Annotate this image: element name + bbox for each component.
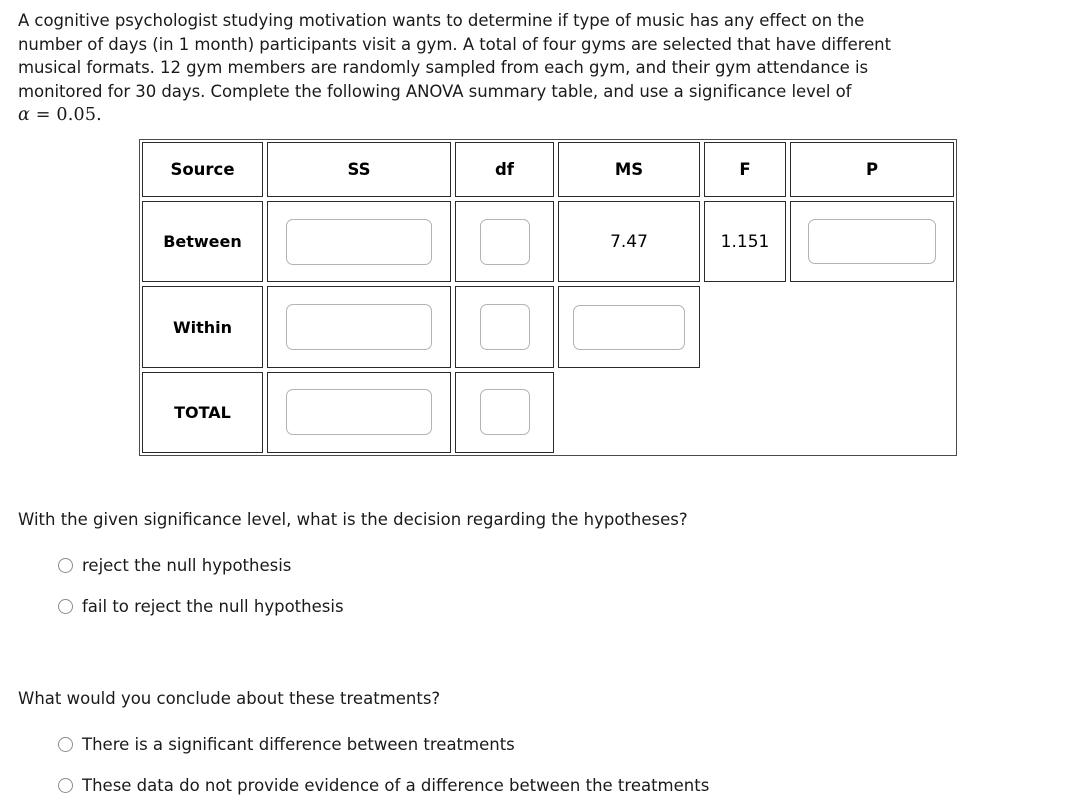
option-fail-reject-null[interactable]: fail to reject the null hypothesis [58,586,344,627]
column-header-ss: SS [347,160,371,180]
f-between-value: 1.151 [720,231,770,252]
question-2-options: There is a significant difference betwee… [58,724,709,806]
option-label: fail to reject the null hypothesis [82,596,344,616]
alpha-symbol: α [18,105,31,125]
column-header-ms: MS [614,160,644,180]
option-label: reject the null hypothesis [82,555,292,575]
f-total-empty [704,372,786,453]
ss-total-input[interactable] [286,389,432,436]
column-header-p: P [865,160,879,180]
option-no-evidence-difference[interactable]: These data do not provide evidence of a … [58,765,709,806]
option-reject-null[interactable]: reject the null hypothesis [58,545,344,586]
radio-icon[interactable] [58,778,73,793]
option-label: These data do not provide evidence of a … [82,775,710,795]
question-1-options: reject the null hypothesis fail to rejec… [58,545,344,627]
question-2-text: What would you conclude about these trea… [18,689,441,708]
df-total-input[interactable] [479,389,530,436]
anova-summary-table: Source SS df MS F P Between 7.47 1.151 W… [139,139,957,456]
radio-icon[interactable] [58,599,73,614]
ss-between-input[interactable] [286,218,432,265]
row-label-within: Within [172,317,233,337]
row-label-total: TOTAL [174,402,231,422]
ss-within-input[interactable] [286,304,432,351]
option-significant-difference[interactable]: There is a significant difference betwee… [58,724,709,765]
p-within-empty [790,286,954,367]
radio-icon[interactable] [58,737,73,752]
ms-between-value: 7.47 [610,231,648,252]
row-label-between: Between [163,232,242,252]
f-within-empty [704,286,786,367]
prompt-line-3: musical formats. 12 gym members are rand… [18,58,869,77]
column-header-df: df [495,160,514,180]
df-between-input[interactable] [479,218,530,265]
radio-icon[interactable] [58,558,73,573]
table-row: TOTAL [140,370,956,455]
ms-within-input[interactable] [573,304,685,350]
significance-level-line: α = 0.05. [18,103,1064,128]
table-row: Between 7.47 1.151 [140,199,956,284]
table-row: Within [140,284,956,369]
prompt-line-2: number of days (in 1 month) participants… [18,34,891,54]
question-1-text: With the given significance level, what … [18,510,688,529]
option-label: There is a significant difference betwee… [82,734,515,754]
p-total-empty [790,372,954,453]
df-within-input[interactable] [479,304,530,351]
ms-total-empty [558,372,700,453]
table-header-row: Source SS df MS F P [140,140,956,199]
problem-statement: A cognitive psychologist studying motiva… [18,9,1064,128]
column-header-f: F [739,160,751,180]
alpha-value: = 0.05. [30,105,102,125]
column-header-source: Source [170,160,235,180]
p-between-input[interactable] [808,219,936,265]
prompt-line-1: A cognitive psychologist studying motiva… [18,11,865,30]
prompt-line-4: monitored for 30 days. Complete the foll… [18,81,852,101]
